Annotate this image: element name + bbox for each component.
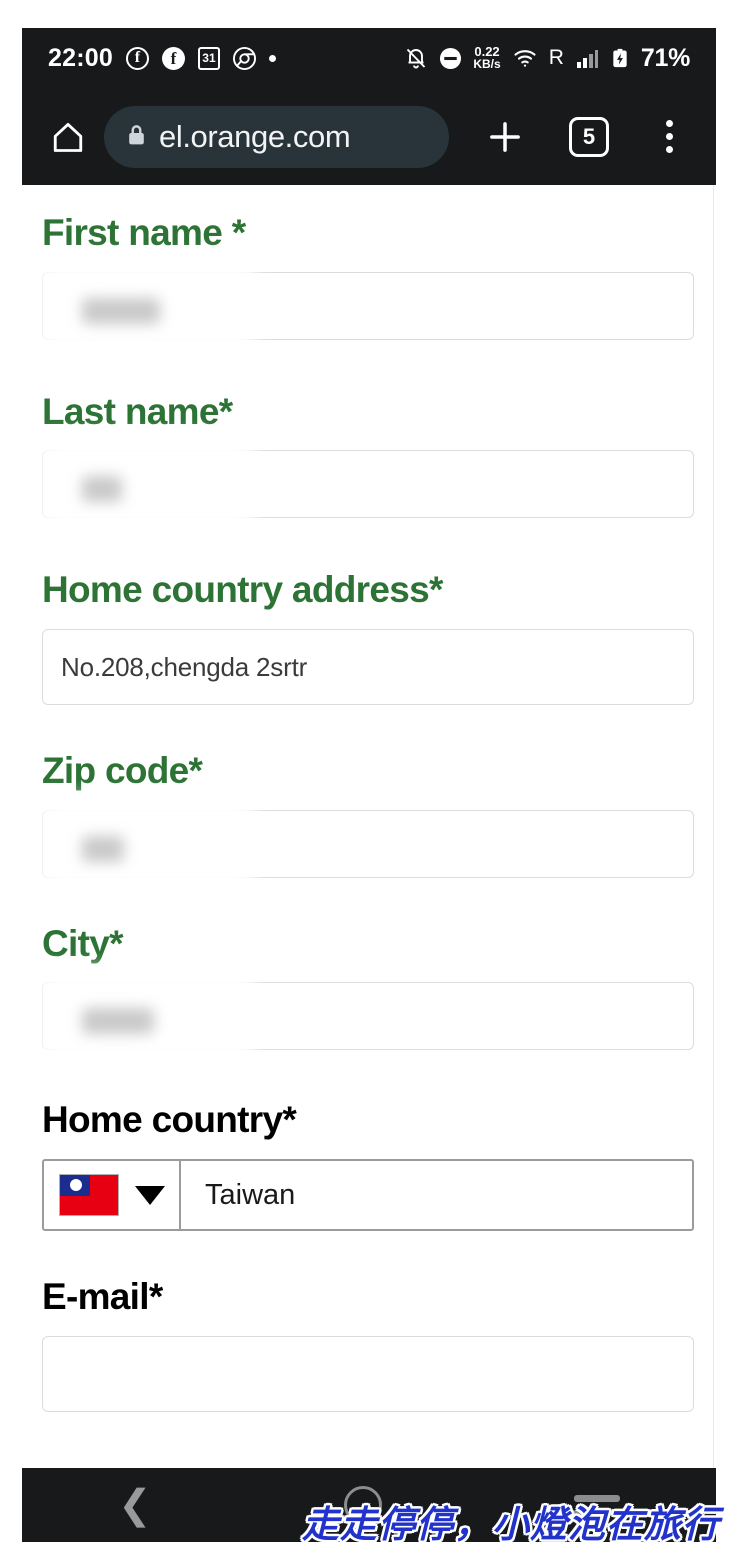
- dot-icon: [268, 54, 276, 62]
- input-first-name[interactable]: [42, 271, 694, 340]
- label-first-name: First name *: [42, 212, 246, 253]
- recents-icon[interactable]: [573, 1494, 620, 1516]
- address-bar-url: el.orange.com: [159, 118, 351, 154]
- field-email: E-mail*: [42, 1276, 694, 1412]
- field-city: City*: [40, 922, 694, 1065]
- wifi-icon: [512, 46, 538, 70]
- input-city[interactable]: [42, 982, 694, 1051]
- signal-bars-icon: [575, 46, 599, 70]
- field-home-country: Home country* Taiwan: [42, 1099, 694, 1232]
- label-zip-code: Zip code*: [42, 750, 203, 792]
- country-selected-value: Taiwan: [205, 1178, 296, 1211]
- back-chevron-icon[interactable]: ❮: [118, 1485, 152, 1525]
- address-bar[interactable]: el.orange.com: [104, 105, 449, 168]
- facebook-outline-icon: f: [125, 46, 149, 70]
- tab-switcher-button[interactable]: 5: [565, 113, 613, 161]
- do-not-disturb-icon: [439, 47, 462, 70]
- lock-icon: [124, 122, 149, 152]
- field-last-name: Last name*: [40, 390, 694, 533]
- label-home-country: Home country*: [42, 1099, 297, 1141]
- home-icon[interactable]: [46, 115, 90, 159]
- taiwan-flag-icon: [58, 1174, 119, 1217]
- battery-charging-icon: [610, 45, 630, 71]
- phone-screen: 22:00 f f 31 0.22 KB/s R 71% el.orange.c…: [0, 0, 738, 1565]
- input-zip-code[interactable]: [42, 809, 694, 878]
- status-bar: 22:00 f f 31 0.22 KB/s R 71%: [22, 28, 716, 88]
- android-nav-bar: ❮: [22, 1468, 716, 1542]
- country-select[interactable]: Taiwan: [42, 1159, 694, 1232]
- chevron-down-icon: [134, 1185, 165, 1205]
- overflow-menu-icon[interactable]: [649, 113, 689, 161]
- label-email: E-mail*: [42, 1276, 163, 1318]
- label-home-country-address: Home country address*: [42, 569, 443, 611]
- field-zip-code: Zip code*: [40, 750, 694, 892]
- roaming-indicator: R: [548, 46, 564, 69]
- input-last-name[interactable]: [42, 450, 694, 519]
- facebook-icon: f: [161, 46, 185, 70]
- new-tab-button[interactable]: [481, 113, 529, 161]
- network-speed-indicator: 0.22 KB/s: [473, 44, 501, 71]
- field-home-country-address: Home country address* No.208,chengda 2sr…: [42, 569, 694, 706]
- battery-percent: 71%: [640, 43, 690, 72]
- label-last-name: Last name*: [42, 390, 233, 432]
- web-page-content: First name * Last name* Home country add…: [22, 185, 714, 1468]
- status-bar-left: 22:00 f f 31: [48, 44, 276, 73]
- input-home-country-address[interactable]: No.208,chengda 2srtr: [42, 629, 694, 706]
- home-circle-icon[interactable]: [343, 1486, 382, 1524]
- country-flag-dropdown[interactable]: [44, 1161, 181, 1230]
- page-edge-line: [713, 185, 714, 1468]
- label-city: City*: [42, 922, 124, 964]
- browser-toolbar: el.orange.com 5: [22, 88, 716, 185]
- field-first-name: First name *: [40, 212, 694, 354]
- tab-count: 5: [569, 116, 609, 157]
- status-bar-right: 0.22 KB/s R 71%: [404, 44, 690, 73]
- chrome-icon: [232, 46, 256, 70]
- input-email[interactable]: [42, 1335, 694, 1412]
- status-clock: 22:00: [48, 43, 113, 72]
- calendar-icon: 31: [197, 46, 220, 70]
- bell-muted-icon: [404, 46, 428, 70]
